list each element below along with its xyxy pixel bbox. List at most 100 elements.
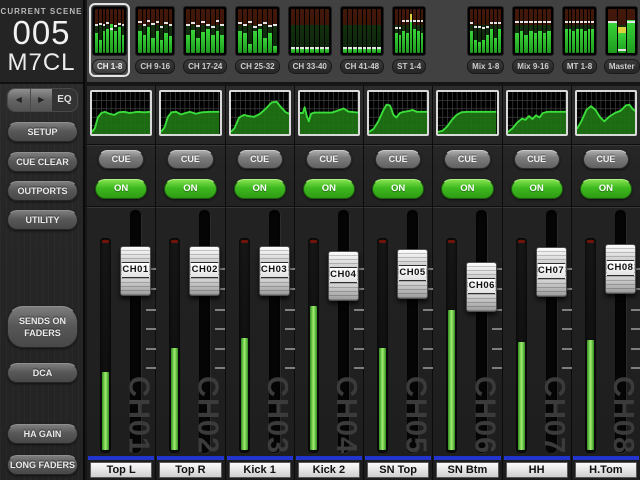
meter-bar [417, 9, 420, 53]
meter-bar [325, 9, 329, 53]
console-model-label: M7CL [0, 50, 83, 76]
channel-strip-ch04: CUE ON CH04 CH04 Kick 2 [295, 86, 363, 480]
channel-id-watermark: CH04 [329, 376, 362, 454]
fader-cap[interactable]: CH02 [189, 246, 220, 296]
fader-position-dash [406, 20, 409, 22]
meter-level [520, 31, 524, 53]
bank-tab-master[interactable]: Master [602, 3, 640, 77]
meter-bar [470, 9, 473, 53]
channel-name-box[interactable]: Top L [90, 462, 152, 478]
fader-cap[interactable]: CH08 [605, 244, 636, 294]
next-bank-button[interactable]: ▶ [31, 89, 53, 111]
dca-button[interactable]: DCA [7, 363, 78, 383]
cue-clear-button[interactable]: CUE CLEAR [7, 152, 78, 172]
bank-tab-mix-9-16[interactable]: Mix 9-16 [509, 3, 557, 77]
bank-tab-mt-1-8[interactable]: MT 1-8 [559, 3, 600, 77]
divider [572, 206, 640, 208]
long-faders-button[interactable]: LONG FADERS [7, 455, 78, 475]
divider [295, 144, 363, 146]
channel-on-button[interactable]: ON [511, 179, 563, 199]
channel-name-box[interactable]: Kick 2 [298, 462, 360, 478]
meter-level [372, 49, 376, 53]
bank-tab-ch-17-24[interactable]: CH 17-24 [180, 3, 230, 77]
cue-button[interactable]: CUE [98, 150, 144, 169]
cue-button[interactable]: CUE [375, 150, 421, 169]
fader-cap[interactable]: CH05 [397, 249, 428, 299]
eq-curve-thumbnail[interactable] [367, 90, 429, 136]
setup-button[interactable]: SETUP [7, 122, 78, 142]
channel-name-box[interactable]: H.Tom [575, 462, 637, 478]
fader-cap[interactable]: CH01 [120, 246, 151, 296]
cue-button[interactable]: CUE [583, 150, 629, 169]
channel-name-box[interactable]: HH [506, 462, 568, 478]
sends-on-faders-button[interactable]: SENDS ON FADERS [7, 306, 78, 348]
eq-curve-thumbnail[interactable] [436, 90, 498, 136]
channel-name-box[interactable]: SN Top [367, 462, 429, 478]
meter-level [171, 348, 178, 450]
meter-bar [258, 9, 262, 53]
channel-on-button[interactable]: ON [95, 179, 147, 199]
channel-name-box[interactable]: Kick 1 [229, 462, 291, 478]
fader-position-dash [258, 24, 262, 26]
bank-tab-mix-1-8[interactable]: Mix 1-8 [464, 3, 507, 77]
cue-button[interactable]: CUE [306, 150, 352, 169]
fader-scale-tick [423, 309, 433, 311]
clip-led [102, 240, 109, 243]
fader-position-dash [478, 26, 481, 28]
eq-curve-thumbnail[interactable] [575, 90, 637, 136]
meter-bar [122, 9, 125, 53]
bank-tab-ch-33-40[interactable]: CH 33-40 [285, 3, 335, 77]
bank-tab-ch-41-48[interactable]: CH 41-48 [337, 3, 387, 77]
utility-button[interactable]: UTILITY [7, 210, 78, 230]
eq-curve-thumbnail[interactable] [159, 90, 221, 136]
channel-on-button[interactable]: ON [303, 179, 355, 199]
meter-bar [406, 9, 409, 53]
eq-curve-thumbnail[interactable] [229, 90, 291, 136]
channel-on-button[interactable]: ON [441, 179, 493, 199]
scene-number: 005 [0, 16, 83, 50]
eq-curve-thumbnail[interactable] [90, 90, 152, 136]
cue-button[interactable]: CUE [237, 150, 283, 169]
scribble-strip-color-bar [504, 456, 570, 460]
eq-curve-thumbnail[interactable] [298, 90, 360, 136]
bank-tab-ch-25-32[interactable]: CH 25-32 [232, 3, 282, 77]
prev-bank-button[interactable]: ◀ [8, 89, 31, 111]
meter-bar [520, 9, 524, 53]
meter-level [191, 30, 195, 53]
bank-meter-thumbnail [135, 6, 175, 56]
meter-level [395, 33, 398, 53]
meter-level [118, 27, 121, 53]
meter-level [406, 33, 409, 53]
cue-button[interactable]: CUE [444, 150, 490, 169]
cue-button[interactable]: CUE [514, 150, 560, 169]
fader-position-dash [138, 21, 141, 23]
channel-on-button[interactable]: ON [164, 179, 216, 199]
channel-on-button[interactable]: ON [234, 179, 286, 199]
meter-level [367, 49, 371, 53]
channel-name-box[interactable]: Top R [159, 462, 221, 478]
eq-bank-nav: ◀ ▶ EQ [7, 88, 78, 112]
fader-cap[interactable]: CH03 [259, 246, 290, 296]
channel-on-button[interactable]: ON [372, 179, 424, 199]
fader-position-dash [538, 21, 542, 23]
eq-curve-thumbnail[interactable] [506, 90, 568, 136]
divider [503, 206, 571, 208]
bank-tab-ch-9-16[interactable]: CH 9-16 [132, 3, 178, 77]
bank-tab-st-1-4[interactable]: ST 1-4 [389, 3, 429, 77]
fader-position-dash [248, 21, 252, 23]
fader-position-dash [122, 24, 125, 26]
cue-button[interactable]: CUE [167, 150, 213, 169]
outports-button[interactable]: OUTPORTS [7, 181, 78, 201]
bank-tab-ch-1-8[interactable]: CH 1-8 [89, 3, 130, 77]
channel-on-button[interactable]: ON [580, 179, 632, 199]
fader-cap[interactable]: CH07 [536, 247, 567, 297]
clip-led [448, 240, 455, 243]
meter-level [102, 372, 109, 450]
fader-cap[interactable]: CH06 [466, 262, 497, 312]
ha-gain-button[interactable]: HA GAIN [7, 424, 78, 444]
meter-bar [413, 9, 416, 53]
meter-level [169, 36, 172, 53]
fader-cap[interactable]: CH04 [328, 251, 359, 301]
channel-name-box[interactable]: SN Btm [436, 462, 498, 478]
meter-bar [118, 9, 121, 53]
